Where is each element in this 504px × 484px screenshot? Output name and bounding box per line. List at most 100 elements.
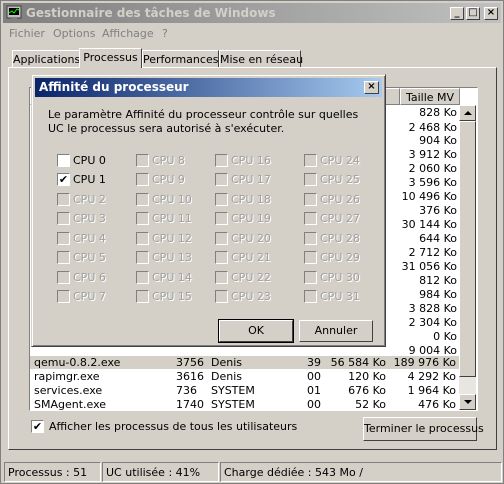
- cpu-25-label: CPU 25: [320, 173, 360, 186]
- scroll-thumb[interactable]: [459, 121, 476, 377]
- vm-cell: 2 468 Ko: [408, 121, 457, 134]
- process-name: qemu-0.8.2.exe: [34, 356, 121, 369]
- vm-cell: 828 Ko: [419, 106, 457, 119]
- process-vm-size: 476 Ko: [418, 398, 456, 411]
- cpu-12-checkbox: [136, 232, 149, 245]
- cancel-button[interactable]: Annuler: [299, 320, 373, 342]
- window-title: Gestionnaire des tâches de Windows: [26, 6, 276, 20]
- process-user: Denis: [211, 370, 242, 383]
- process-name: SMAgent.exe: [34, 398, 107, 411]
- cpu-30-label: CPU 30: [320, 271, 360, 284]
- vm-cell: 31 056 Ko: [401, 260, 457, 273]
- dialog-title: Affinité du processeur: [39, 80, 189, 94]
- minimize-button[interactable]: _: [450, 7, 464, 20]
- task-manager-icon: [6, 5, 22, 20]
- process-vm-size: 189 976 Ko: [393, 356, 456, 369]
- cpu-18-label: CPU 18: [231, 193, 271, 206]
- tab-processus[interactable]: Processus: [79, 48, 142, 68]
- vm-cell: 3 596 Ko: [408, 176, 457, 189]
- cpu-7-label: CPU 7: [73, 290, 106, 303]
- cpu-5-label: CPU 5: [73, 251, 106, 264]
- process-list-scrollbar[interactable]: [459, 105, 476, 410]
- tab-performances[interactable]: Performances: [142, 50, 219, 68]
- menu-help[interactable]: ?: [162, 27, 168, 40]
- table-row[interactable]: services.exe 736 SYSTEM 01 676 Ko 1 964 …: [30, 384, 460, 397]
- cpu-15-label: CPU 15: [152, 290, 192, 303]
- vm-cell: 2 060 Ko: [408, 162, 457, 175]
- process-name: rapimgr.exe: [34, 370, 100, 383]
- cpu-9-checkbox: [136, 173, 149, 186]
- vm-cell: 984 Ko: [419, 288, 457, 301]
- scroll-up-arrow-icon[interactable]: [459, 105, 476, 121]
- process-cpu: 00: [307, 398, 321, 411]
- cpu-29-label: CPU 29: [320, 251, 360, 264]
- cpu-10-checkbox: [136, 193, 149, 206]
- cpu-24-checkbox: [304, 154, 317, 167]
- process-vm-size: 1 964 Ko: [407, 384, 456, 397]
- cpu-5-checkbox: [57, 251, 70, 264]
- cpu-21-checkbox: [215, 251, 228, 264]
- cpu-13-label: CPU 13: [152, 251, 192, 264]
- tab-mise-en-reseau[interactable]: Mise en réseau: [219, 50, 303, 68]
- cpu-4-checkbox: [57, 232, 70, 245]
- cpu-0-checkbox[interactable]: [57, 154, 70, 167]
- column-header-vm-size[interactable]: Taille MV: [400, 88, 460, 105]
- close-button[interactable]: ×: [484, 7, 498, 20]
- cpu-28-label: CPU 28: [320, 232, 360, 245]
- cpu-14-checkbox: [136, 271, 149, 284]
- maximize-button[interactable]: □: [466, 7, 480, 20]
- process-cpu: 39: [307, 356, 321, 369]
- process-user: Denis: [211, 356, 242, 369]
- vm-cell: 30 144 Ko: [401, 218, 457, 231]
- process-pid: 3616: [176, 370, 204, 383]
- vm-cell: 10 496 Ko: [401, 190, 457, 203]
- show-all-users-checkbox[interactable]: ✔: [31, 420, 44, 433]
- cpu-3-label: CPU 3: [73, 212, 106, 225]
- process-memory: 676 Ko: [348, 384, 386, 397]
- vm-cell: 2 304 Ko: [408, 316, 457, 329]
- cpu-22-checkbox: [215, 271, 228, 284]
- cpu-7-checkbox: [57, 290, 70, 303]
- process-pid: 736: [176, 384, 197, 397]
- cpu-20-checkbox: [215, 232, 228, 245]
- vm-cell: 3 912 Ko: [408, 148, 457, 161]
- dialog-close-button[interactable]: ×: [364, 81, 379, 94]
- scroll-down-arrow-icon[interactable]: [459, 394, 476, 410]
- process-pid: 3756: [176, 356, 204, 369]
- vm-cell: 812 Ko: [419, 274, 457, 287]
- vm-cell: 904 Ko: [419, 134, 457, 147]
- ok-button[interactable]: OK: [218, 319, 294, 343]
- status-commit-charge: Charge dédiée : 543 Mo /: [220, 462, 502, 482]
- vm-cell: 0 Ko: [433, 330, 457, 343]
- dialog-title-bar[interactable]: Affinité du processeur ×: [35, 78, 382, 97]
- table-row[interactable]: qemu-0.8.2.exe 3756 Denis 39 56 584 Ko 1…: [30, 356, 460, 369]
- vm-cell: 3 828 Ko: [408, 302, 457, 315]
- cpu-24-label: CPU 24: [320, 154, 360, 167]
- table-row[interactable]: SMAgent.exe 1740 SYSTEM 00 52 Ko 476 Ko: [30, 398, 460, 411]
- cpu-16-checkbox: [215, 154, 228, 167]
- process-memory: 120 Ko: [348, 370, 386, 383]
- end-process-button[interactable]: Terminer le processus: [363, 417, 484, 441]
- processor-affinity-dialog: Affinité du processeur × Le paramètre Af…: [31, 74, 386, 347]
- cpu-15-checkbox: [136, 290, 149, 303]
- process-vm-size: 4 292 Ko: [407, 370, 456, 383]
- cpu-1-label: CPU 1: [73, 173, 106, 186]
- cpu-6-label: CPU 6: [73, 271, 106, 284]
- cpu-8-checkbox: [136, 154, 149, 167]
- process-user: SYSTEM: [211, 398, 255, 411]
- table-row[interactable]: rapimgr.exe 3616 Denis 00 120 Ko 4 292 K…: [30, 370, 460, 383]
- menu-options[interactable]: Options: [53, 27, 95, 40]
- tab-applications[interactable]: Applications: [12, 50, 80, 68]
- menu-fichier[interactable]: Fichier: [9, 27, 45, 40]
- cpu-2-checkbox: [57, 193, 70, 206]
- menu-affichage[interactable]: Affichage: [102, 27, 154, 40]
- process-memory: 56 584 Ko: [330, 356, 386, 369]
- show-all-users-label: Afficher les processus de tous les utili…: [49, 420, 298, 433]
- cpu-19-checkbox: [215, 212, 228, 225]
- title-bar[interactable]: Gestionnaire des tâches de Windows _ □ ×: [3, 3, 501, 23]
- cpu-9-label: CPU 9: [152, 173, 185, 186]
- cpu-8-label: CPU 8: [152, 154, 185, 167]
- status-cpu-usage: UC utilisée : 41%: [102, 462, 219, 482]
- dialog-description: Le paramètre Affinité du processeur cont…: [48, 108, 359, 135]
- cpu-1-checkbox[interactable]: ✔: [57, 173, 70, 186]
